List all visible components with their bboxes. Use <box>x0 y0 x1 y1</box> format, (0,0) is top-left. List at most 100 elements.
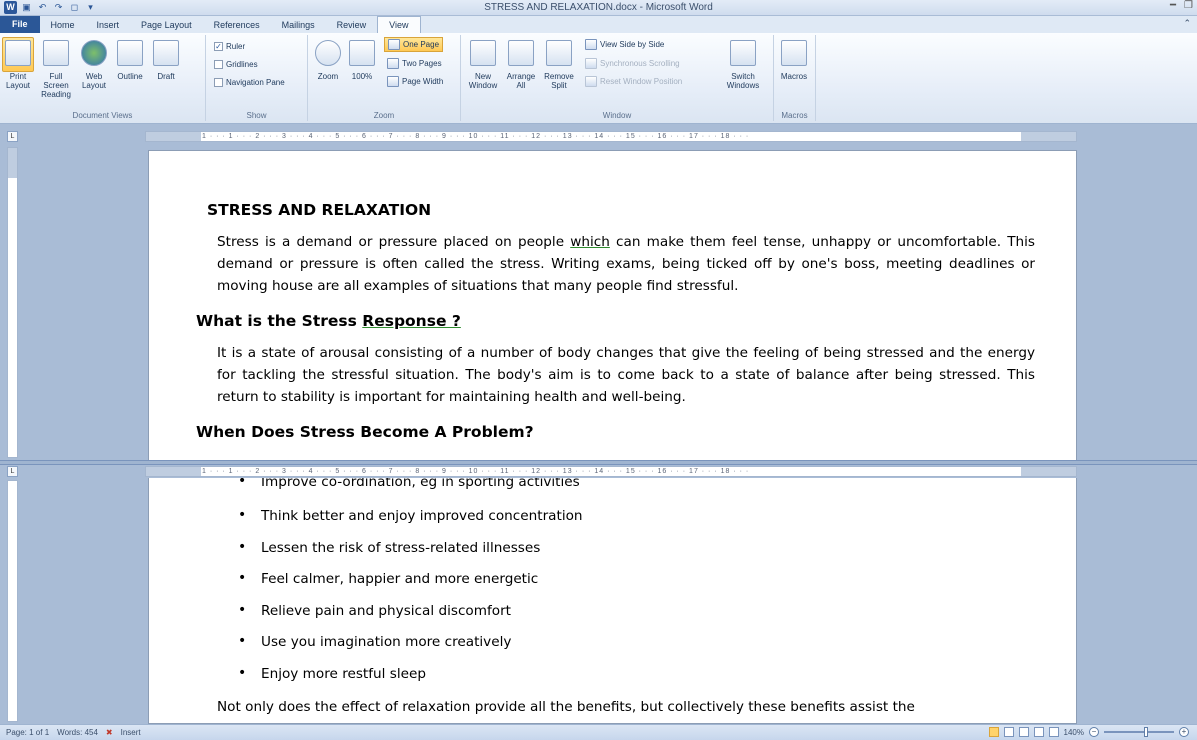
vertical-ruler[interactable] <box>7 480 18 722</box>
arrange-all-button[interactable]: Arrange All <box>503 37 539 90</box>
tab-review[interactable]: Review <box>326 18 378 33</box>
group-label-window: Window <box>602 111 632 120</box>
magnifier-icon <box>315 40 341 66</box>
side-by-side-icon <box>585 39 597 50</box>
tab-mailings[interactable]: Mailings <box>271 18 326 33</box>
reset-window-position-icon <box>585 76 597 87</box>
list-item: Lessen the risk of stress-related illnes… <box>236 539 583 572</box>
tab-selector-icon[interactable]: L <box>7 466 18 477</box>
full-screen-reading-icon <box>43 40 69 66</box>
web-layout-icon <box>81 40 107 66</box>
zoom-in-icon[interactable]: + <box>1179 727 1189 737</box>
web-layout-button[interactable]: Web Layout <box>78 37 110 90</box>
document-title: STRESS AND RELAXATION <box>207 201 432 219</box>
group-macros: Macros Macros <box>774 35 816 121</box>
benefits-list: Think better and enjoy improved concentr… <box>236 507 583 697</box>
outline-button[interactable]: Outline <box>114 37 146 81</box>
list-item: Improve co-ordination, eg in sporting ac… <box>236 478 580 494</box>
zoom-slider-thumb[interactable] <box>1144 727 1148 737</box>
remove-split-icon <box>546 40 572 66</box>
two-pages-icon <box>387 58 399 69</box>
paragraph-stress-response: It is a state of arousal consisting of a… <box>217 345 1035 405</box>
tab-references[interactable]: References <box>203 18 271 33</box>
zoom-100-button[interactable]: 100% <box>346 37 378 81</box>
list-item: Feel calmer, happier and more energetic <box>236 570 583 603</box>
full-screen-reading-button[interactable]: Full Screen Reading <box>40 37 72 99</box>
navigation-pane-checkbox[interactable]: Navigation Pane <box>214 75 285 90</box>
window-controls: ━ ❐ <box>1170 0 1193 11</box>
web-layout-view-icon[interactable] <box>1018 727 1029 737</box>
document-page-bottom-pane[interactable]: Improve co-ordination, eg in sporting ac… <box>148 478 1077 724</box>
page-count[interactable]: Page: 1 of 1 <box>6 728 49 737</box>
insert-mode[interactable]: Insert <box>121 728 141 737</box>
tab-file[interactable]: File <box>0 16 40 33</box>
page-width-icon <box>387 76 399 87</box>
zoom-slider[interactable] <box>1104 727 1174 737</box>
two-pages-button[interactable]: Two Pages <box>387 56 442 71</box>
page-width-button[interactable]: Page Width <box>387 74 443 89</box>
horizontal-ruler[interactable]: 1 · · · 1 · · · 2 · · · 3 · · · 4 · · · … <box>145 466 1077 477</box>
heading-stress-problem: When Does Stress Become A Problem? <box>196 423 534 441</box>
zoom-100-icon <box>349 40 375 66</box>
grammar-flagged-word: which <box>570 234 610 250</box>
checkbox-unchecked-icon <box>214 60 223 69</box>
draft-view-icon[interactable] <box>1048 727 1059 737</box>
tab-insert[interactable]: Insert <box>86 18 131 33</box>
draft-button[interactable]: Draft <box>150 37 182 81</box>
word-count[interactable]: Words: 454 <box>57 728 98 737</box>
full-screen-reading-view-icon[interactable] <box>1003 727 1014 737</box>
title-bar: W ▣ ↶ ↷ ◻ ▾ STRESS AND RELAXATION.docx -… <box>0 0 1197 16</box>
tab-page-layout[interactable]: Page Layout <box>130 18 203 33</box>
checkbox-unchecked-icon <box>214 78 223 87</box>
ribbon: Print Layout Full Screen Reading Web Lay… <box>0 33 1197 124</box>
ribbon-tab-row: File Home Insert Page Layout References … <box>0 16 1197 33</box>
one-page-icon <box>388 39 400 50</box>
heading-stress-response: What is the Stress Response ? <box>196 312 461 330</box>
zoom-button[interactable]: Zoom <box>312 37 344 81</box>
horizontal-ruler[interactable]: 1 · · · 1 · · · 2 · · · 3 · · · 4 · · · … <box>145 131 1077 142</box>
ruler-ticks: 1 · · · 1 · · · 2 · · · 3 · · · 4 · · · … <box>202 133 750 140</box>
reset-window-position-button[interactable]: Reset Window Position <box>585 74 682 89</box>
tab-selector-icon[interactable]: L <box>7 131 18 142</box>
macros-button[interactable]: Macros <box>778 37 810 81</box>
group-label-show: Show <box>246 111 267 120</box>
proofing-icon[interactable]: ✖ <box>106 728 113 737</box>
one-page-button[interactable]: One Page <box>384 37 444 52</box>
tab-view[interactable]: View <box>377 16 421 33</box>
new-window-icon <box>470 40 496 66</box>
grammar-flagged-phrase: Response ? <box>362 312 461 330</box>
ruler-checkbox[interactable]: ✓ Ruler <box>214 39 245 54</box>
switch-windows-button[interactable]: Switch Windows <box>721 37 765 90</box>
restore-icon[interactable]: ❐ <box>1184 0 1193 11</box>
outline-icon <box>117 40 143 66</box>
macros-icon <box>781 40 807 66</box>
synchronous-scrolling-button[interactable]: Synchronous Scrolling <box>585 56 680 71</box>
group-show: ✓ Ruler Gridlines Navigation Pane Show <box>206 35 308 121</box>
document-page-top-pane[interactable]: STRESS AND RELAXATION Stress is a demand… <box>148 150 1077 460</box>
group-window: New Window Arrange All Remove Split View… <box>461 35 774 121</box>
draft-icon <box>153 40 179 66</box>
vertical-ruler[interactable] <box>7 147 18 458</box>
outline-view-icon[interactable] <box>1033 727 1044 737</box>
minimize-icon[interactable]: ━ <box>1170 0 1176 11</box>
benefits-list: Improve co-ordination, eg in sporting ac… <box>236 478 580 494</box>
synchronous-scrolling-icon <box>585 58 597 69</box>
gridlines-checkbox[interactable]: Gridlines <box>214 57 258 72</box>
list-item: Think better and enjoy improved concentr… <box>236 507 583 540</box>
remove-split-button[interactable]: Remove Split <box>541 37 577 90</box>
print-layout-button[interactable]: Print Layout <box>2 37 34 90</box>
group-document-views: Print Layout Full Screen Reading Web Lay… <box>0 35 206 121</box>
new-window-button[interactable]: New Window <box>465 37 501 90</box>
ribbon-minimize-icon[interactable]: ⌃ <box>1183 18 1191 29</box>
zoom-out-icon[interactable]: − <box>1089 727 1099 737</box>
paragraph-stress-definition: Stress is a demand or pressure placed on… <box>217 234 1035 294</box>
tab-home[interactable]: Home <box>40 18 86 33</box>
window-split-bar[interactable] <box>0 460 1197 465</box>
print-layout-view-icon[interactable] <box>988 727 999 737</box>
ruler-ticks: 1 · · · 1 · · · 2 · · · 3 · · · 4 · · · … <box>202 468 750 475</box>
zoom-level[interactable]: 140% <box>1064 728 1084 737</box>
status-bar: Page: 1 of 1 Words: 454 ✖ Insert 140% − … <box>0 724 1197 740</box>
group-zoom: Zoom 100% One Page Two Pages Page Width … <box>308 35 461 121</box>
list-item: Relieve pain and physical discomfort <box>236 602 583 635</box>
view-side-by-side-button[interactable]: View Side by Side <box>585 37 664 52</box>
